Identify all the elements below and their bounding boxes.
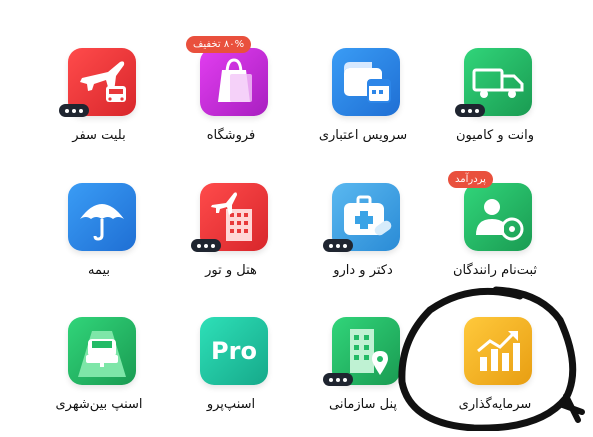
service-label: دکتر و دارو xyxy=(333,263,393,278)
driver-wheel-icon xyxy=(464,183,532,251)
services-grid: بلیت سفر ۸۰% تخفیف فروشگاه سرویس اعتباری xyxy=(0,0,593,431)
pro-text: Pro xyxy=(211,337,257,365)
service-label: سرویس اعتباری xyxy=(318,128,408,143)
pro-icon: Pro xyxy=(200,317,268,385)
service-insurance[interactable]: بیمه xyxy=(44,183,154,303)
service-hotel-tour[interactable]: هتل و تور xyxy=(176,183,286,303)
more-dots-icon xyxy=(191,239,221,252)
service-label: اسنپ بین‌شهری xyxy=(55,397,143,412)
service-intercity[interactable]: اسنپ بین‌شهری xyxy=(44,317,154,437)
more-dots-icon xyxy=(323,239,353,252)
wallet-calendar-icon xyxy=(332,48,400,116)
more-dots-icon xyxy=(455,104,485,117)
umbrella-icon xyxy=(68,183,136,251)
service-label: بلیت سفر xyxy=(72,128,126,143)
service-snapp-pro[interactable]: Pro اسنپ‌پرو xyxy=(176,317,286,437)
service-credit[interactable]: سرویس اعتباری xyxy=(308,48,418,168)
service-label: هتل و تور xyxy=(205,263,257,278)
growth-chart-icon xyxy=(464,317,532,385)
service-label: فروشگاه xyxy=(206,128,256,143)
service-investment[interactable]: سرمایه‌گذاری xyxy=(440,317,550,437)
service-label: وانت و کامیون xyxy=(455,128,535,143)
more-dots-icon xyxy=(59,104,89,117)
service-truck[interactable]: وانت و کامیون xyxy=(440,48,550,168)
service-label: بیمه xyxy=(87,263,111,278)
highway-car-icon xyxy=(68,317,136,385)
service-driver-signup[interactable]: پردرآمد ثبت‌نام رانندگان xyxy=(440,171,550,303)
more-dots-icon xyxy=(323,373,353,386)
service-organization-panel[interactable]: پنل سازمانی xyxy=(308,317,418,437)
shopping-bag-icon xyxy=(200,48,268,116)
high-income-badge: پردرآمد xyxy=(448,171,493,188)
service-label: سرمایه‌گذاری xyxy=(458,397,532,412)
discount-badge: ۸۰% تخفیف xyxy=(186,36,252,53)
service-travel-tickets[interactable]: بلیت سفر xyxy=(44,48,154,168)
service-label: اسنپ‌پرو xyxy=(206,397,256,412)
service-label: ثبت‌نام رانندگان xyxy=(452,263,538,278)
service-shop[interactable]: ۸۰% تخفیف فروشگاه xyxy=(176,36,286,168)
service-label: پنل سازمانی xyxy=(328,397,398,412)
service-doctor-pharmacy[interactable]: دکتر و دارو xyxy=(308,183,418,303)
